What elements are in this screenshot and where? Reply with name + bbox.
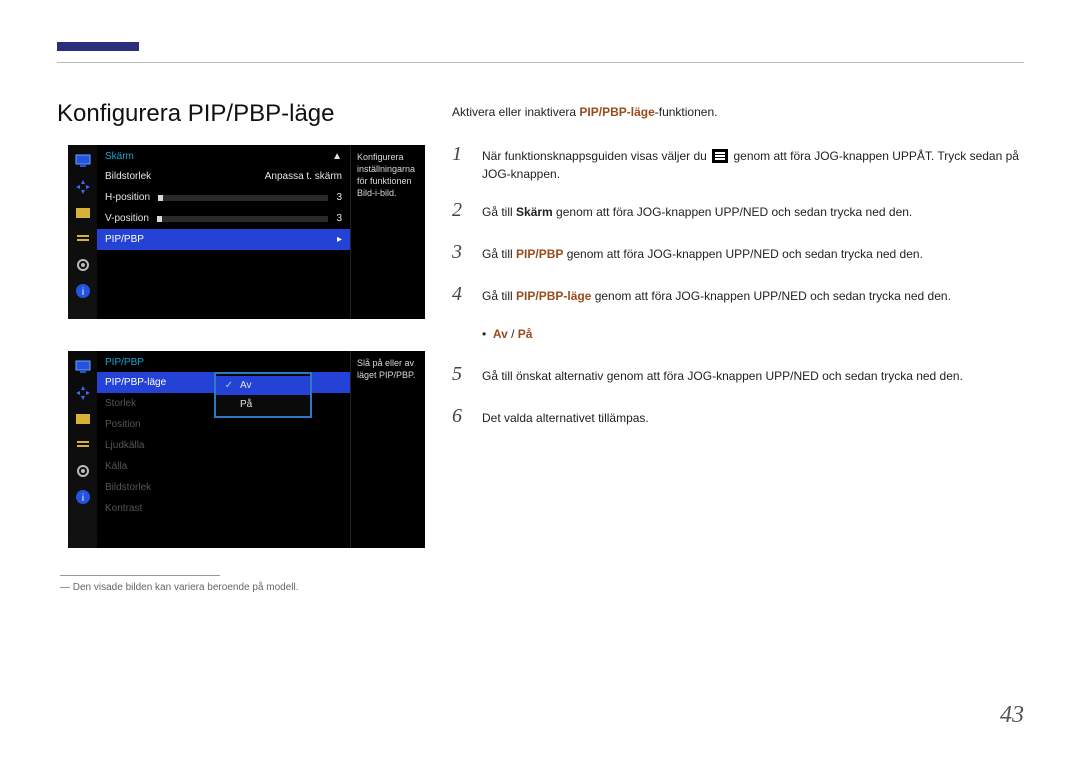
gear-icon bbox=[73, 461, 93, 481]
slider bbox=[157, 216, 329, 222]
osd-skarm-panel: i Skärm ▲ Bildstorlek Anpassa t. skärm H… bbox=[68, 145, 425, 319]
osd-help-text: Slå på eller av läget PIP/PBP. bbox=[350, 351, 425, 548]
row-value: Anpassa t. skärm bbox=[265, 171, 342, 182]
monitor-icon bbox=[73, 151, 93, 171]
gear-icon bbox=[73, 255, 93, 275]
option-label: Av bbox=[240, 380, 252, 391]
row-label: H-position bbox=[105, 192, 150, 203]
info-icon: i bbox=[73, 487, 93, 507]
top-rule bbox=[57, 62, 1024, 63]
osd-pippbp-panel: i PIP/PBP PIP/PBP-läge Storlek Position … bbox=[68, 351, 425, 548]
page-number: 43 bbox=[1000, 702, 1024, 729]
slider bbox=[158, 195, 328, 201]
step-number: 4 bbox=[452, 279, 470, 309]
step-2: 2 Gå till Skärm genom att föra JOG-knapp… bbox=[452, 195, 1027, 225]
osd-iconbar: i bbox=[68, 145, 97, 319]
osd-row-hposition[interactable]: H-position 3 bbox=[97, 187, 350, 208]
instructions-column: Aktivera eller inaktivera PIP/PBP-läge-f… bbox=[452, 103, 1027, 431]
page-title: Konfigurera PIP/PBP-läge bbox=[57, 100, 335, 128]
dpad-icon bbox=[73, 383, 93, 403]
row-value: 3 bbox=[336, 192, 342, 203]
picture-icon bbox=[73, 203, 93, 223]
step-number: 6 bbox=[452, 401, 470, 431]
step-text: Gå till önskat alternativ genom att föra… bbox=[482, 367, 1027, 385]
picture-icon bbox=[73, 409, 93, 429]
intro-text: Aktivera eller inaktivera PIP/PBP-läge-f… bbox=[452, 103, 1027, 121]
popup-option-pa[interactable]: På bbox=[216, 395, 310, 414]
step-text: Gå till Skärm genom att föra JOG-knappen… bbox=[482, 203, 1027, 221]
row-value: 3 bbox=[336, 213, 342, 224]
osd-main: PIP/PBP PIP/PBP-läge Storlek Position Lj… bbox=[97, 351, 350, 548]
step-text: När funktionsknappsguiden visas väljer d… bbox=[482, 147, 1027, 183]
check-icon: ✓ bbox=[224, 380, 234, 391]
popup-option-av[interactable]: ✓ Av bbox=[216, 376, 310, 395]
step-number: 3 bbox=[452, 237, 470, 267]
osd-header: Skärm ▲ bbox=[97, 145, 350, 166]
osd-row-ljudkalla: Ljudkälla bbox=[97, 435, 350, 456]
step-text: Det valda alternativet tillämpas. bbox=[482, 409, 1027, 427]
osd-help-text: Konfigurera inställningarna för funktion… bbox=[350, 145, 425, 319]
osd-header-label: PIP/PBP bbox=[105, 357, 144, 368]
chapter-marker bbox=[57, 42, 139, 51]
step-number: 2 bbox=[452, 195, 470, 225]
step-4: 4 Gå till PIP/PBP-läge genom att föra JO… bbox=[452, 279, 1027, 309]
osd-iconbar: i bbox=[68, 351, 97, 548]
row-label: PIP/PBP-läge bbox=[105, 377, 166, 388]
osd-row-kalla: Källa bbox=[97, 456, 350, 477]
osd-row-bildstorlek[interactable]: Bildstorlek Anpassa t. skärm bbox=[97, 166, 350, 187]
svg-text:i: i bbox=[81, 493, 83, 504]
mode-popup: ✓ Av På bbox=[214, 372, 312, 418]
step-number: 1 bbox=[452, 139, 470, 169]
osd-row-vposition[interactable]: V-position 3 bbox=[97, 208, 350, 229]
footnote: ― Den visade bilden kan variera beroende… bbox=[60, 582, 298, 593]
options-icon bbox=[73, 435, 93, 455]
step-text: Gå till PIP/PBP-läge genom att föra JOG-… bbox=[482, 287, 1027, 305]
option-label: På bbox=[240, 399, 252, 410]
step-6: 6 Det valda alternativet tillämpas. bbox=[452, 401, 1027, 431]
monitor-icon bbox=[73, 357, 93, 377]
footnote-rule bbox=[60, 575, 220, 576]
step-3: 3 Gå till PIP/PBP genom att föra JOG-kna… bbox=[452, 237, 1027, 267]
osd-row-pippbp[interactable]: PIP/PBP ▸ bbox=[97, 229, 350, 250]
svg-text:i: i bbox=[81, 287, 83, 298]
step-text: Gå till PIP/PBP genom att föra JOG-knapp… bbox=[482, 245, 1027, 263]
osd-row-bildstorlek: Bildstorlek bbox=[97, 477, 350, 498]
osd-header: PIP/PBP bbox=[97, 351, 350, 372]
up-arrow-icon: ▲ bbox=[332, 151, 342, 162]
row-label: V-position bbox=[105, 213, 149, 224]
step-1: 1 När funktionsknappsguiden visas väljer… bbox=[452, 139, 1027, 183]
row-label: PIP/PBP bbox=[105, 234, 144, 245]
bullet-options: • Av / På bbox=[482, 325, 1027, 343]
dpad-icon bbox=[73, 177, 93, 197]
options-icon bbox=[73, 229, 93, 249]
info-icon: i bbox=[73, 281, 93, 301]
row-label: Bildstorlek bbox=[105, 171, 151, 182]
chevron-right-icon: ▸ bbox=[337, 234, 342, 245]
osd-header-label: Skärm bbox=[105, 151, 134, 162]
step-5: 5 Gå till önskat alternativ genom att fö… bbox=[452, 359, 1027, 389]
step-number: 5 bbox=[452, 359, 470, 389]
osd-row-kontrast: Kontrast bbox=[97, 498, 350, 519]
menu-icon bbox=[712, 149, 728, 163]
osd-main: Skärm ▲ Bildstorlek Anpassa t. skärm H-p… bbox=[97, 145, 350, 319]
